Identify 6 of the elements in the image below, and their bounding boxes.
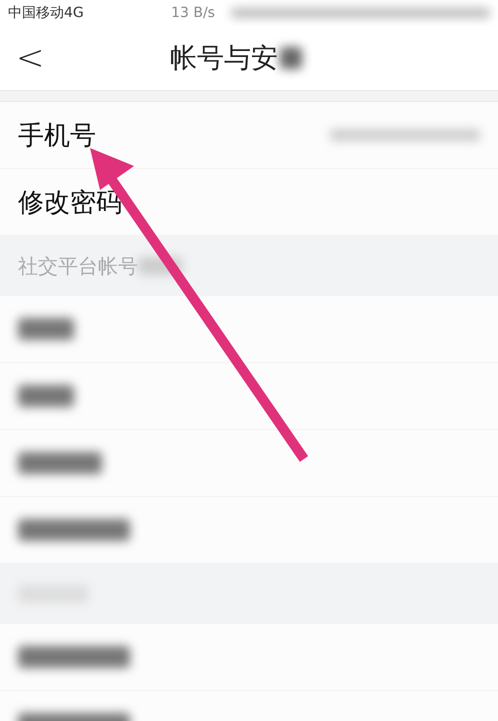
network-speed: 13 B/s bbox=[171, 5, 215, 21]
row-label[interactable]: 手机号 bbox=[18, 118, 96, 152]
section-title: 社交平台帐号 bbox=[18, 252, 138, 280]
back-button[interactable]: < bbox=[0, 38, 60, 78]
carrier-name: 中国移动4G bbox=[8, 4, 85, 22]
page-title: 帐号与安 bbox=[170, 42, 278, 76]
